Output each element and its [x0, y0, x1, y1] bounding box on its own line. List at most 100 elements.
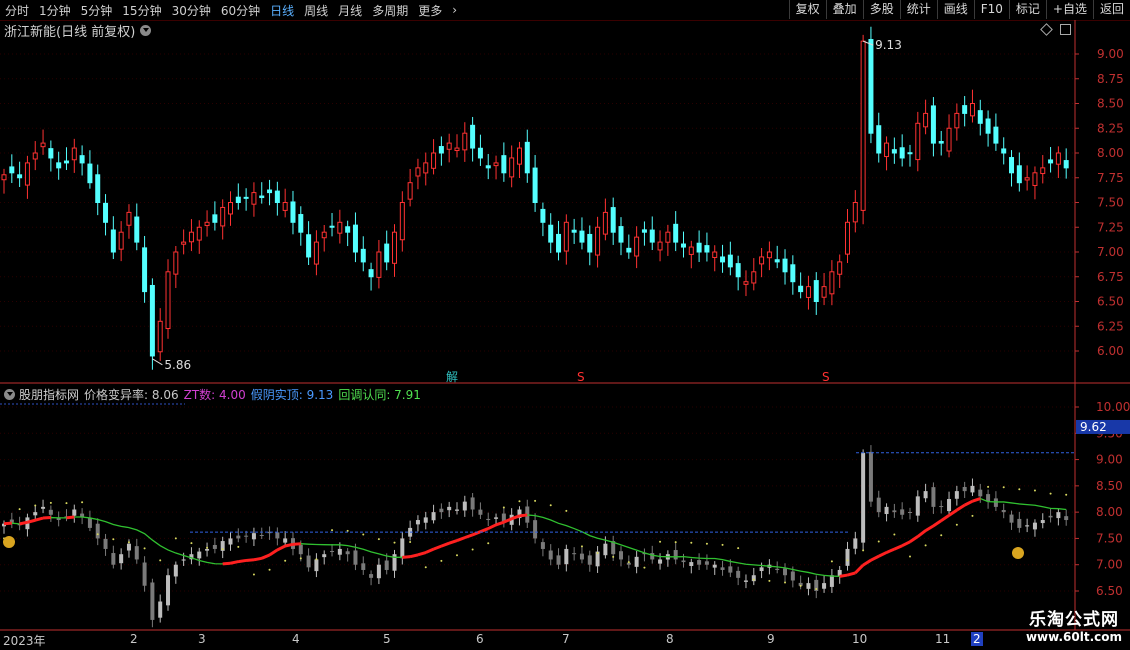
- chevron-right-icon[interactable]: ›: [447, 3, 462, 17]
- sub-candle-body: [1001, 509, 1006, 513]
- candle-body: [805, 286, 811, 298]
- toolbar-button-3[interactable]: 统计: [899, 0, 937, 19]
- trend-dot: [690, 541, 693, 544]
- sub-candle-body: [345, 551, 350, 555]
- candle-body: [1055, 152, 1061, 165]
- toolbar-button-5[interactable]: F10: [973, 0, 1009, 19]
- toolbar-button-7[interactable]: +自选: [1045, 0, 1093, 19]
- period-tab-3[interactable]: 15分钟: [117, 2, 166, 19]
- chevron-down-icon[interactable]: [140, 24, 152, 36]
- sub-candle-body: [876, 497, 881, 513]
- sub-candle-body: [978, 489, 983, 497]
- candle-body: [142, 247, 148, 293]
- candle-body: [532, 167, 538, 204]
- candle-body: [1032, 172, 1038, 186]
- sub-candle-body: [509, 514, 514, 525]
- ma-red-segment: [238, 558, 247, 564]
- period-tab-6[interactable]: 日线: [265, 2, 299, 19]
- ma-red-segment: [893, 544, 903, 551]
- sub-tick-7: 6.50: [1096, 584, 1123, 598]
- period-tab-7[interactable]: 周线: [299, 2, 333, 19]
- period-tab-5[interactable]: 60分钟: [216, 2, 265, 19]
- diamond-icon[interactable]: [1040, 23, 1053, 36]
- period-tab-9[interactable]: 多周期: [367, 2, 413, 19]
- sub-candle-body: [822, 583, 827, 589]
- candle-body: [860, 40, 866, 211]
- trend-dot: [940, 534, 943, 537]
- sub-candle-body: [556, 555, 561, 565]
- sub-candle-body: [759, 567, 764, 572]
- period-tab-0[interactable]: 分时: [0, 2, 34, 19]
- date-label-0: 2023年: [3, 634, 46, 648]
- toolbar-button-8[interactable]: 返回: [1092, 0, 1130, 19]
- trend-dot: [627, 561, 630, 564]
- indicator-item-2: 假阴实顶: 9.13: [250, 387, 334, 402]
- candle-body: [665, 231, 671, 243]
- candle-body: [610, 207, 616, 233]
- candle-body: [930, 105, 936, 144]
- indicator-item-0: 价格变异率: 8.06: [84, 387, 179, 402]
- trend-dot: [206, 546, 209, 549]
- candle-body: [24, 162, 30, 186]
- trend-dot: [1018, 488, 1021, 491]
- action-toolbar: 复权 叠加 多股 统计 画线 F10 标记 +自选 返回: [788, 0, 1130, 20]
- trend-dot: [34, 504, 37, 507]
- indicator-header: 股朋指标网 价格变异率: 8.06 ZT数: 4.00 假阴实顶: 9.13 回调认同…: [4, 386, 426, 402]
- candle-body: [423, 162, 429, 174]
- toolbar-button-6[interactable]: 标记: [1008, 0, 1046, 19]
- candle-body: [813, 280, 819, 303]
- sub-candle-body: [665, 554, 670, 560]
- sub-candle-body: [454, 509, 459, 511]
- price-tick-3: 8.25: [1097, 121, 1124, 135]
- period-tab-4[interactable]: 30分钟: [167, 2, 216, 19]
- candle-body: [727, 254, 733, 268]
- date-label-2: 3: [198, 632, 206, 646]
- period-tab-2[interactable]: 5分钟: [76, 2, 118, 19]
- toolbar-button-4[interactable]: 画线: [936, 0, 974, 19]
- candle-body: [9, 166, 15, 174]
- candle-body: [735, 263, 741, 278]
- candle-body: [743, 281, 749, 285]
- price-tick-7: 7.25: [1097, 220, 1124, 234]
- maximize-icon[interactable]: [1060, 24, 1071, 35]
- trend-dot: [18, 508, 21, 511]
- period-tab-10[interactable]: 更多: [413, 2, 447, 19]
- price-tick-8: 7.00: [1097, 245, 1124, 259]
- sub-candle-body: [1048, 515, 1053, 518]
- candle-body: [204, 221, 210, 227]
- sub-candle-body: [884, 506, 889, 515]
- candle-body: [993, 126, 999, 144]
- chevron-down-icon[interactable]: [4, 388, 15, 400]
- sub-candle-body: [80, 513, 85, 518]
- sub-candle-body: [564, 548, 569, 565]
- ma-red-segment: [472, 530, 481, 537]
- period-tab-1[interactable]: 1分钟: [34, 2, 76, 19]
- candle-body: [95, 174, 101, 204]
- toolbar-button-1[interactable]: 叠加: [825, 0, 863, 19]
- candle-body: [540, 208, 546, 223]
- sub-tick-3: 8.50: [1096, 479, 1123, 493]
- ma-red-segment: [878, 551, 888, 558]
- sub-candle-body: [470, 497, 475, 510]
- sub-candle-body: [962, 486, 967, 492]
- sub-candle-body: [33, 512, 38, 516]
- ma-red-segment: [901, 540, 911, 548]
- sub-candle-body: [134, 546, 139, 560]
- ma-red-segment: [417, 551, 427, 557]
- candle-body: [501, 155, 507, 174]
- trend-dot: [81, 501, 84, 504]
- ma-red-segment: [909, 535, 919, 544]
- candle-body: [321, 231, 327, 239]
- period-tab-8[interactable]: 月线: [333, 2, 367, 19]
- trend-dot: [1065, 493, 1068, 496]
- toolbar-button-0[interactable]: 复权: [788, 0, 826, 19]
- sub-candle-body: [87, 518, 92, 528]
- ma-red-segment: [924, 524, 935, 532]
- ma-red-segment: [448, 539, 458, 545]
- price-chart[interactable]: 9.00 8.75 8.50 8.25 8.00 7.75 7.50 7.25 7.00 6.75…: [0, 0, 1130, 650]
- ma-red-segment: [870, 554, 880, 562]
- ma-red-segment: [230, 560, 239, 565]
- candle-body: [712, 251, 718, 258]
- candle-body: [376, 251, 382, 278]
- toolbar-button-2[interactable]: 多股: [862, 0, 900, 19]
